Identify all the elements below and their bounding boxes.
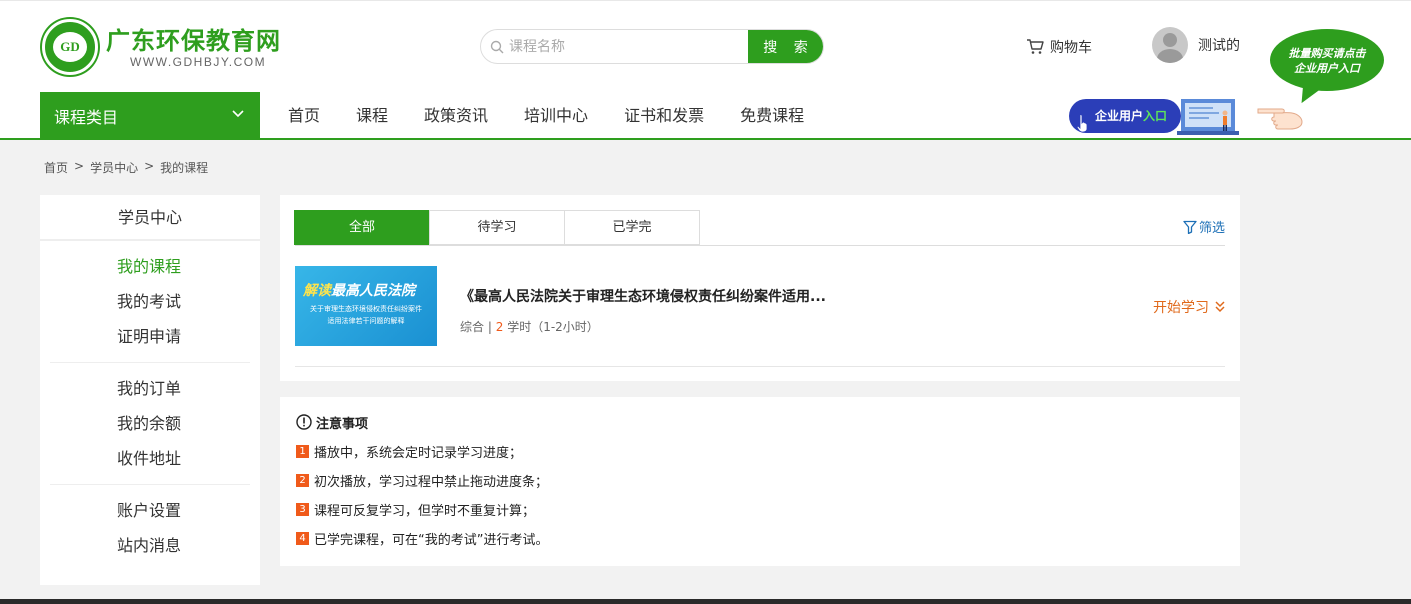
notice-number: 3: [296, 502, 309, 516]
list-item: 解读最高人民法院 关于审理生态环境侵权责任纠纷案件 适用法律若干问题的解释 《最…: [295, 266, 1225, 367]
course-tabs: 全部 待学习 已学完: [294, 210, 700, 245]
course-category-button[interactable]: 课程类目: [40, 92, 260, 139]
sidebar-item-messages[interactable]: 站内消息: [50, 528, 250, 563]
start-learning-label: 开始学习: [1153, 300, 1209, 316]
bulk-purchase-bubble[interactable]: 批量购买请点击 企业用户入口: [1270, 29, 1384, 109]
exclamation-circle-icon: [296, 414, 312, 430]
breadcrumb: 首页 > 学员中心 > 我的课程: [44, 159, 208, 176]
enterprise-label: 企业用户: [1095, 109, 1144, 123]
breadcrumb-student-center[interactable]: 学员中心: [90, 159, 138, 176]
breadcrumb-separator: >: [144, 159, 155, 173]
double-chevron-down-icon: [1215, 301, 1225, 313]
nav-item-policy[interactable]: 政策资讯: [406, 92, 506, 139]
logo-mark: GD: [53, 32, 87, 62]
search-box: 搜 索: [480, 29, 824, 64]
sidebar-item-my-orders[interactable]: 我的订单: [50, 371, 250, 406]
thumbnail-line-2: 适用法律若干问题的解释: [327, 317, 405, 325]
sidebar-item-my-courses[interactable]: 我的课程: [50, 249, 250, 284]
thumbnail-title: 解读最高人民法院: [303, 280, 415, 300]
thumbnail-line-1: 关于审理生态环境侵权责任纠纷案件: [310, 305, 422, 313]
tab-all[interactable]: 全部: [294, 210, 430, 245]
sidebar-group-orders: 我的订单 我的余额 收件地址: [50, 363, 250, 485]
site-header: GD 广东环保教育网 WWW.GDHBJY.COM 搜 索 购物车 测试的 批量…: [0, 0, 1411, 140]
pointing-hand-icon: [1257, 108, 1303, 130]
breadcrumb-current: 我的课程: [160, 161, 209, 175]
notice-number: 2: [296, 473, 309, 487]
sidebar-item-shipping-address[interactable]: 收件地址: [50, 441, 250, 476]
username: 测试的: [1198, 38, 1240, 54]
course-meta: 综合 | 2 学时（1-2小时）: [460, 318, 599, 335]
avatar: [1152, 27, 1188, 63]
notice-item: 4 已学完课程，可在“我的考试”进行考试。: [296, 529, 1224, 548]
user-menu[interactable]: 测试的: [1152, 27, 1240, 63]
breadcrumb-separator: >: [74, 159, 85, 173]
sidebar-item-account-settings[interactable]: 账户设置: [50, 493, 250, 528]
bubble-line-2: 企业用户入口: [1294, 62, 1360, 75]
footer-bar: [0, 599, 1411, 604]
notice-text: 初次播放，学习过程中禁止拖动进度条；: [314, 474, 549, 490]
notice-number: 4: [296, 531, 309, 545]
filter-label: 筛选: [1198, 221, 1225, 236]
category-label: 课程类目: [54, 107, 119, 127]
nav-item-home[interactable]: 首页: [270, 92, 338, 139]
sidebar: 学员中心 我的课程 我的考试 证明申请 我的订单 我的余额 收件地址 账户设置 …: [40, 195, 260, 585]
filter-icon: [1183, 220, 1197, 234]
thumbnail-main: 最高人民法院: [331, 283, 415, 299]
breadcrumb-home[interactable]: 首页: [44, 159, 68, 176]
logo-title: 广东环保教育网: [106, 27, 281, 55]
site-logo[interactable]: GD 广东环保教育网 WWW.GDHBJY.COM: [42, 19, 302, 75]
course-duration: （1-2小时）: [531, 320, 599, 334]
search-input[interactable]: [509, 30, 747, 63]
nav-item-certificates[interactable]: 证书和发票: [606, 92, 722, 139]
course-list-panel: 全部 待学习 已学完 筛选 解读最高人民法院 关于审理生态环境侵权责任纠纷案件 …: [280, 195, 1240, 381]
thumbnail-prefix: 解读: [303, 283, 331, 299]
notice-text: 已学完课程，可在“我的考试”进行考试。: [314, 532, 549, 548]
cursor-hand-icon: [1076, 114, 1088, 133]
enterprise-entry-banner[interactable]: 企业用户入口: [1069, 97, 1239, 139]
laptop-illustration-icon: [1177, 99, 1239, 135]
notice-panel: 注意事项 1 播放中，系统会定时记录学习进度； 2 初次播放，学习过程中禁止拖动…: [280, 397, 1240, 566]
notice-title: 注意事项: [316, 416, 369, 432]
logo-subtitle: WWW.GDHBJY.COM: [130, 55, 267, 69]
course-category: 综合: [460, 320, 485, 334]
bubble-line-1: 批量购买请点击: [1288, 47, 1366, 60]
nav-item-free-courses[interactable]: 免费课程: [722, 92, 822, 139]
cart-link[interactable]: 购物车: [1026, 37, 1092, 57]
course-thumbnail[interactable]: 解读最高人民法院 关于审理生态环境侵权责任纠纷案件 适用法律若干问题的解释: [295, 266, 437, 346]
tab-pending[interactable]: 待学习: [429, 210, 565, 245]
notice-text: 课程可反复学习，但学时不重复计算；: [314, 503, 536, 519]
sidebar-group-learning: 我的课程 我的考试 证明申请: [50, 241, 250, 363]
tab-completed[interactable]: 已学完: [564, 210, 700, 245]
nav-item-courses[interactable]: 课程: [338, 92, 406, 139]
nav-item-training[interactable]: 培训中心: [506, 92, 606, 139]
chevron-down-icon: [232, 110, 244, 118]
meta-separator: |: [487, 320, 492, 334]
logo-emblem: GD: [42, 19, 98, 75]
bubble-text: 批量购买请点击 企业用户入口: [1270, 29, 1384, 91]
start-learning-button[interactable]: 开始学习: [1153, 297, 1225, 317]
cart-label: 购物车: [1050, 40, 1092, 56]
cart-icon: [1027, 39, 1044, 54]
search-button[interactable]: 搜 索: [748, 30, 823, 63]
course-title[interactable]: 《最高人民法院关于审理生态环境侵权责任纠纷案件适用...: [460, 286, 826, 306]
notice-item: 2 初次播放，学习过程中禁止拖动进度条；: [296, 471, 1224, 490]
course-hours-unit: 学时: [507, 320, 532, 334]
notice-number: 1: [296, 444, 309, 458]
filter-button[interactable]: 筛选: [1183, 217, 1225, 236]
notice-item: 1 播放中，系统会定时记录学习进度；: [296, 442, 1224, 461]
main-nav: 首页 课程 政策资讯 培训中心 证书和发票 免费课程: [270, 92, 822, 139]
notice-heading: 注意事项: [296, 413, 1224, 432]
sidebar-group-account: 账户设置 站内消息: [50, 485, 250, 571]
sidebar-title: 学员中心: [40, 195, 260, 241]
sidebar-item-my-exams[interactable]: 我的考试: [50, 284, 250, 319]
notice-text: 播放中，系统会定时记录学习进度；: [314, 445, 523, 461]
sidebar-item-certificate-request[interactable]: 证明申请: [50, 319, 250, 354]
course-hours: 2: [495, 320, 504, 334]
sidebar-item-my-balance[interactable]: 我的余额: [50, 406, 250, 441]
search-icon: [490, 40, 504, 54]
notice-item: 3 课程可反复学习，但学时不重复计算；: [296, 500, 1224, 519]
enterprise-highlight: 入口: [1143, 109, 1168, 123]
tabs-divider: [295, 245, 1225, 246]
